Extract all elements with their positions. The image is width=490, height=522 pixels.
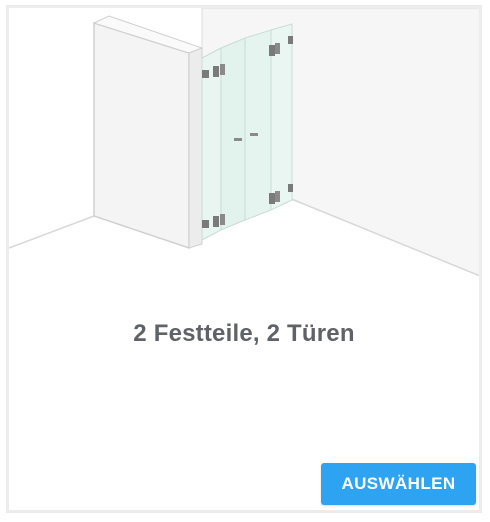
hinge-icon xyxy=(213,66,219,77)
handle-icon xyxy=(234,138,242,141)
hinge-icon xyxy=(213,216,219,227)
option-card[interactable]: 2 Festteile, 2 Türen AUSWÄHLEN xyxy=(6,5,482,513)
hinge-icon xyxy=(269,193,275,204)
hinge-icon xyxy=(202,220,209,228)
select-button[interactable]: AUSWÄHLEN xyxy=(321,463,476,505)
hinge-icon xyxy=(275,43,280,54)
hinge-icon xyxy=(220,214,225,225)
floor-edge-left xyxy=(9,215,95,249)
product-caption: 2 Festteile, 2 Türen xyxy=(133,320,355,347)
hinge-icon xyxy=(275,191,280,202)
side-wall-edge xyxy=(188,47,203,249)
handle-icon xyxy=(250,133,258,136)
hinge-icon xyxy=(202,70,209,78)
side-wall-front xyxy=(93,21,190,250)
hinge-icon xyxy=(220,64,225,75)
glass-door-2 xyxy=(244,29,272,221)
hinge-icon xyxy=(269,45,275,56)
shower-enclosure-illustration xyxy=(9,8,479,277)
hinge-icon xyxy=(288,184,293,192)
hinge-icon xyxy=(288,36,293,44)
